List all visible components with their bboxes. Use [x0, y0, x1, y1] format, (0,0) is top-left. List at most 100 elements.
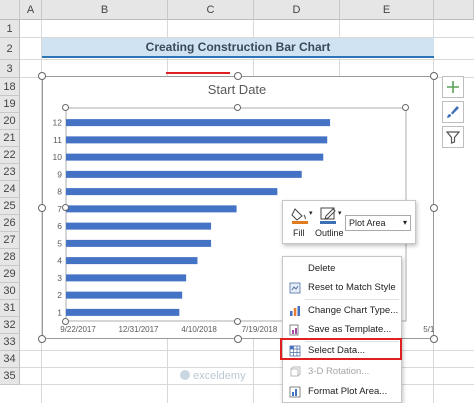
row-header[interactable]: 26 — [0, 215, 20, 232]
menu-item-label: Change Chart Type... — [308, 305, 399, 316]
column-header-a[interactable]: A — [20, 0, 42, 20]
sheet-title-cell[interactable]: Creating Construction Bar Chart — [42, 38, 434, 58]
select-data-highlight — [280, 338, 402, 360]
chart-resize-handle[interactable] — [430, 204, 438, 212]
rotation-icon — [290, 366, 301, 377]
outline-label: Outline — [315, 228, 344, 238]
row-header[interactable]: 32 — [0, 317, 20, 334]
chart-element-select[interactable]: Plot Area ▾ — [345, 215, 411, 231]
x-tick-label: 12/31/2017 — [118, 325, 159, 334]
plot-area-handle[interactable] — [62, 318, 69, 325]
column-header-c[interactable]: C — [168, 0, 254, 20]
menu-item-delete[interactable]: Delete — [283, 259, 401, 279]
grid-line — [20, 350, 474, 351]
y-tick-label: 5 — [57, 238, 62, 248]
menu-item-save-as-template[interactable]: Save as Template... — [283, 320, 401, 340]
y-tick-label: 2 — [57, 290, 62, 300]
row-header[interactable]: 1 — [0, 20, 20, 38]
y-tick-label: 1 — [57, 307, 62, 317]
menu-separator — [305, 299, 399, 300]
select-all-corner[interactable] — [0, 0, 20, 20]
row-header[interactable]: 30 — [0, 283, 20, 300]
chart-title[interactable]: Start Date — [208, 82, 267, 97]
row-header[interactable]: 18 — [0, 78, 20, 96]
row-header[interactable]: 24 — [0, 181, 20, 198]
format-area-icon — [289, 386, 301, 398]
watermark: exceldemy — [180, 370, 246, 382]
bar-4[interactable] — [66, 257, 198, 265]
chart-filters-button[interactable] — [442, 126, 464, 148]
x-tick-label: 7/19/2018 — [242, 325, 278, 334]
bar-5[interactable] — [66, 239, 212, 247]
chart-resize-handle[interactable] — [430, 335, 438, 343]
row-header[interactable]: 19 — [0, 96, 20, 113]
menu-item-reset-style[interactable]: Reset to Match Style — [283, 278, 401, 298]
row-header[interactable]: 33 — [0, 334, 20, 351]
column-header-b[interactable]: B — [42, 0, 168, 20]
row-header[interactable]: 20 — [0, 113, 20, 130]
y-tick-label: 4 — [57, 256, 62, 266]
y-tick-label: 6 — [57, 221, 62, 231]
column-header-e[interactable]: E — [340, 0, 434, 20]
bar-7[interactable] — [66, 205, 237, 213]
row-header[interactable]: 34 — [0, 351, 20, 368]
chart-elements-button[interactable] — [442, 76, 464, 98]
menu-item-label: Format Plot Area... — [308, 386, 388, 397]
x-tick-label: 9/22/2017 — [60, 325, 96, 334]
bar-1[interactable] — [66, 308, 180, 316]
row-header[interactable]: 27 — [0, 232, 20, 249]
x-tick-label: 4/10/2018 — [181, 325, 217, 334]
row-header[interactable]: 28 — [0, 249, 20, 266]
reset-style-icon — [289, 282, 301, 294]
plot-area-handle[interactable] — [234, 318, 241, 325]
bar-10[interactable] — [66, 153, 324, 161]
row-header[interactable]: 29 — [0, 266, 20, 283]
column-header-d[interactable]: D — [254, 0, 340, 20]
y-tick-label: 12 — [53, 118, 63, 128]
chevron-down-icon: ▾ — [402, 218, 407, 227]
save-template-icon — [289, 324, 299, 336]
bar-11[interactable] — [66, 136, 328, 144]
context-menu: Delete Reset to Match Style Change Chart… — [282, 256, 402, 403]
chart-resize-handle[interactable] — [38, 335, 46, 343]
bar-6[interactable] — [66, 222, 212, 230]
bar-8[interactable] — [66, 188, 278, 196]
outline-dropdown[interactable]: ▾ — [338, 209, 344, 217]
menu-item-label: 3-D Rotation... — [308, 366, 370, 377]
menu-item-3d-rotation[interactable]: 3-D Rotation... — [283, 362, 401, 382]
menu-item-label: Delete — [308, 263, 336, 274]
chart-resize-handle[interactable] — [234, 72, 242, 80]
filter-icon — [446, 131, 460, 144]
row-header[interactable]: 35 — [0, 368, 20, 385]
chart-resize-handle[interactable] — [234, 335, 242, 343]
fill-label: Fill — [293, 228, 305, 238]
menu-item-format-plot-area[interactable]: Format Plot Area... — [283, 382, 401, 402]
chart-element-select-value: Plot Area — [349, 218, 386, 228]
bar-12[interactable] — [66, 119, 331, 127]
bar-3[interactable] — [66, 274, 187, 282]
chart-resize-handle[interactable] — [38, 204, 46, 212]
plus-icon — [447, 81, 459, 93]
plot-area-handle[interactable] — [62, 204, 69, 211]
format-mini-toolbar: Fill ▾ Outline ▾ Plot Area ▾ — [282, 200, 416, 244]
bar-9[interactable] — [66, 170, 302, 178]
bar-2[interactable] — [66, 291, 183, 299]
row-header[interactable]: 21 — [0, 130, 20, 147]
chart-styles-button[interactable] — [442, 101, 464, 123]
row-header[interactable]: 23 — [0, 164, 20, 181]
row-header[interactable]: 31 — [0, 300, 20, 317]
grid-line — [20, 59, 474, 60]
plot-area-handle[interactable] — [402, 104, 409, 111]
chart-resize-handle[interactable] — [38, 72, 46, 80]
y-tick-label: 11 — [53, 135, 62, 145]
row-header[interactable]: 3 — [0, 60, 20, 78]
row-header[interactable]: 25 — [0, 198, 20, 215]
row-header[interactable]: 22 — [0, 147, 20, 164]
chart-resize-handle[interactable] — [430, 72, 438, 80]
row-header[interactable]: 2 — [0, 38, 20, 60]
y-tick-label: 3 — [57, 273, 62, 283]
column-header-blank[interactable] — [434, 0, 474, 20]
menu-item-change-chart-type[interactable]: Change Chart Type... — [283, 301, 401, 321]
plot-area-handle[interactable] — [62, 104, 69, 111]
plot-area-handle[interactable] — [234, 104, 241, 111]
